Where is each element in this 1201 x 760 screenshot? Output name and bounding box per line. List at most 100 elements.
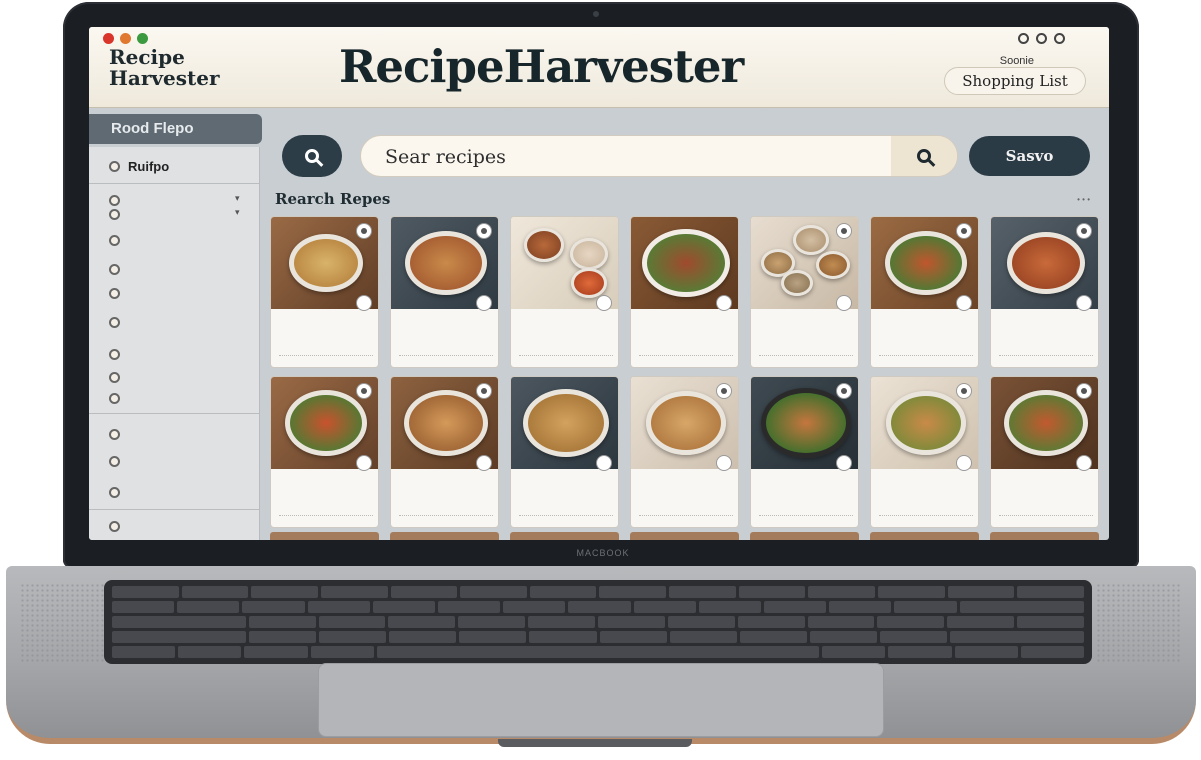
recipe-caption-line <box>519 349 613 356</box>
search-submit-button[interactable] <box>891 136 957 176</box>
favorite-icon[interactable] <box>356 383 372 399</box>
trackpad <box>318 663 884 737</box>
laptop-brand-label: MACBOOK <box>576 548 630 558</box>
more-icon[interactable] <box>956 455 972 471</box>
more-icon[interactable] <box>356 455 372 471</box>
dish-image <box>284 390 367 456</box>
sidebar-item[interactable] <box>109 349 120 360</box>
more-icon[interactable] <box>716 295 732 311</box>
sidebar-item[interactable] <box>109 393 120 404</box>
more-icon[interactable] <box>356 295 372 311</box>
recipe-card[interactable] <box>510 376 619 528</box>
sidebar-item[interactable] <box>109 288 120 299</box>
sidebar-item[interactable] <box>109 521 120 532</box>
sidebar-divider <box>89 509 259 510</box>
category-icon <box>109 393 120 404</box>
dish-image <box>885 391 966 455</box>
category-icon <box>109 195 120 206</box>
recipe-card-peek <box>630 532 739 540</box>
more-icon[interactable] <box>836 455 852 471</box>
sidebar-header[interactable]: Rood Flepo <box>89 114 262 144</box>
favorite-icon[interactable] <box>956 383 972 399</box>
search-icon <box>305 149 319 163</box>
recipe-card[interactable] <box>510 216 619 368</box>
app-logo[interactable]: Recipe Harvester <box>109 47 259 89</box>
recipe-caption-line <box>879 349 973 356</box>
category-icon <box>109 264 120 275</box>
favorite-icon[interactable] <box>476 383 492 399</box>
more-icon[interactable] <box>596 455 612 471</box>
more-icon[interactable]: • • • <box>1077 195 1090 204</box>
dish-image <box>571 268 608 299</box>
favorite-icon[interactable] <box>836 223 852 239</box>
more-icon[interactable] <box>1076 295 1092 311</box>
notification-icon[interactable] <box>1054 33 1065 44</box>
category-icon <box>109 317 120 328</box>
recipe-caption-line <box>399 349 493 356</box>
sidebar-item[interactable] <box>109 487 120 498</box>
category-icon <box>109 372 120 383</box>
favorite-icon[interactable] <box>356 223 372 239</box>
category-icon <box>109 235 120 246</box>
shopping-list-button[interactable]: Shopping List <box>944 67 1086 95</box>
recipe-caption-line <box>279 349 373 356</box>
dish-image <box>884 231 967 295</box>
keyboard <box>104 580 1092 664</box>
sidebar-item[interactable] <box>109 209 120 220</box>
recipe-caption-line <box>639 509 733 516</box>
more-icon[interactable] <box>956 295 972 311</box>
category-icon <box>109 521 120 532</box>
recipe-card[interactable] <box>270 216 379 368</box>
sidebar-item[interactable] <box>109 195 120 206</box>
recipe-card[interactable] <box>990 376 1099 528</box>
favorite-icon[interactable] <box>1076 223 1092 239</box>
chevron-down-icon[interactable]: ▾ <box>235 207 240 218</box>
maximize-window-button[interactable] <box>137 33 148 44</box>
close-window-button[interactable] <box>103 33 114 44</box>
sidebar-item-label: Ruifpo <box>128 159 170 174</box>
more-icon[interactable] <box>836 295 852 311</box>
recipe-card[interactable] <box>870 216 979 368</box>
recipe-card[interactable] <box>270 376 379 528</box>
favorite-icon[interactable] <box>836 383 852 399</box>
recipe-card[interactable] <box>750 376 859 528</box>
search-toggle-button[interactable] <box>282 135 342 177</box>
speaker-grille-right <box>1096 583 1182 663</box>
category-icon <box>109 209 120 220</box>
more-icon[interactable] <box>716 455 732 471</box>
recipe-card[interactable] <box>390 216 499 368</box>
more-icon[interactable] <box>1076 455 1092 471</box>
favorite-icon[interactable] <box>1076 383 1092 399</box>
save-button[interactable]: Sasvo <box>969 136 1090 176</box>
more-icon[interactable] <box>596 295 612 311</box>
recipe-card[interactable] <box>990 216 1099 368</box>
settings-icon[interactable] <box>1018 33 1029 44</box>
search-input[interactable] <box>383 144 867 170</box>
sidebar-item[interactable] <box>109 264 120 275</box>
recipe-caption-line <box>519 509 613 516</box>
account-icon[interactable] <box>1036 33 1047 44</box>
recipe-card[interactable] <box>390 376 499 528</box>
sidebar-item-main[interactable]: Ruifpo <box>109 159 169 174</box>
app-header: Recipe Harvester RecipeHarvester Soonie … <box>89 27 1109 108</box>
app-title: RecipeHarvester <box>339 40 744 93</box>
favorite-icon[interactable] <box>716 383 732 399</box>
sidebar-item[interactable] <box>109 235 120 246</box>
sidebar-item[interactable] <box>109 317 120 328</box>
recipe-card[interactable] <box>870 376 979 528</box>
favorite-icon[interactable] <box>476 223 492 239</box>
favorite-icon[interactable] <box>956 223 972 239</box>
sidebar-item[interactable] <box>109 456 120 467</box>
recipe-card[interactable] <box>630 376 739 528</box>
minimize-window-button[interactable] <box>120 33 131 44</box>
more-icon[interactable] <box>476 455 492 471</box>
sidebar-item[interactable] <box>109 429 120 440</box>
more-icon[interactable] <box>476 295 492 311</box>
sidebar-item[interactable] <box>109 372 120 383</box>
chevron-down-icon[interactable]: ▾ <box>235 193 240 204</box>
header-icons <box>1018 33 1065 44</box>
category-icon <box>109 349 120 360</box>
recipe-card[interactable] <box>630 216 739 368</box>
dish-image <box>288 234 363 292</box>
recipe-card[interactable] <box>750 216 859 368</box>
